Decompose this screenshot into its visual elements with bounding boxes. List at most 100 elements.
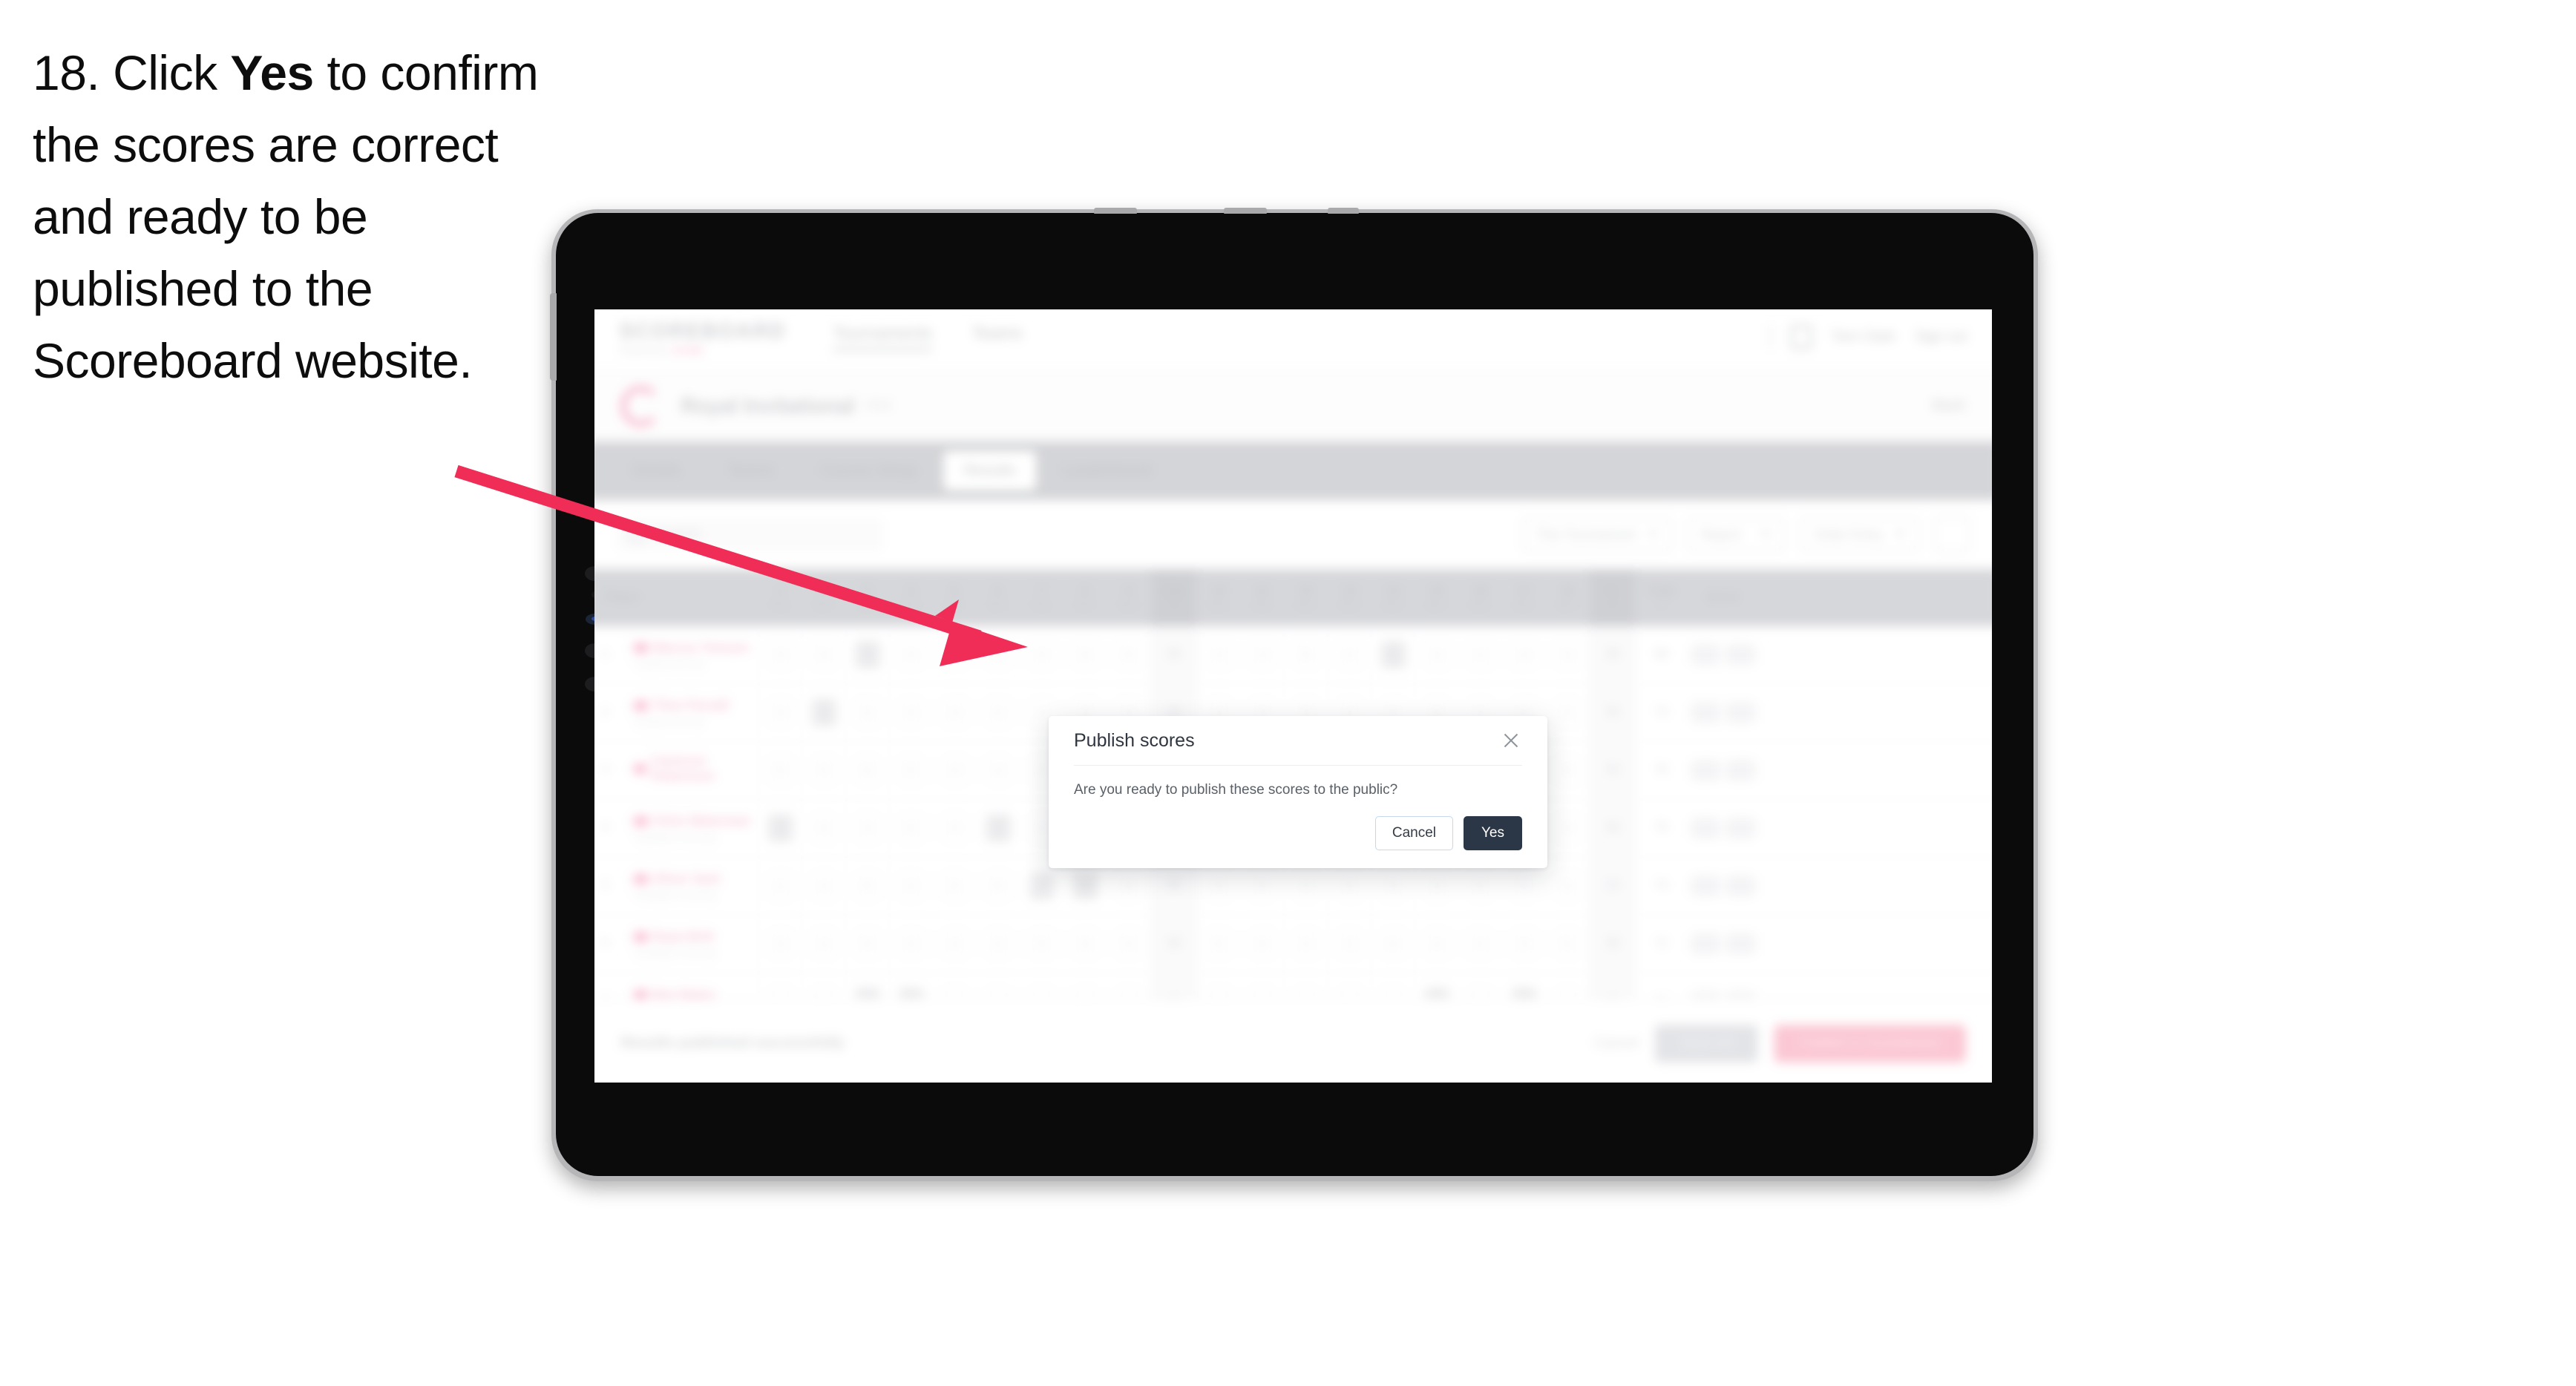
score-cell[interactable]: 4: [933, 916, 977, 973]
score-cell-input[interactable]: 5: [986, 873, 1010, 899]
table-row[interactable]: 6Ryan BrittSouthpark University345343555…: [594, 916, 1992, 973]
score-cell-input[interactable]: 3: [899, 641, 922, 668]
score-cell-input[interactable]: 3: [943, 699, 966, 726]
score-cell-input[interactable]: 3: [899, 930, 922, 957]
score-cell[interactable]: 5: [1285, 626, 1328, 683]
score-cell[interactable]: 3: [846, 800, 890, 857]
score-cell-input[interactable]: 4: [1029, 873, 1053, 899]
score-cell-input[interactable]: 3: [1425, 641, 1449, 668]
score-cell-input[interactable]: 5: [1073, 930, 1097, 957]
score-cell-input[interactable]: 3: [1512, 930, 1536, 957]
score-cell[interactable]: 5: [758, 742, 802, 799]
score-cell[interactable]: 3: [1241, 626, 1285, 683]
round-select[interactable]: This Tournament: [1522, 517, 1672, 552]
score-cell-input[interactable]: 5: [1251, 930, 1274, 957]
score-cell[interactable]: 5: [802, 626, 846, 683]
tab-leaderboard[interactable]: Leaderboard: [1043, 451, 1172, 490]
score-cell[interactable]: 5: [1063, 916, 1107, 973]
score-cell[interactable]: 5: [1107, 916, 1151, 973]
score-cell-input[interactable]: 4: [768, 815, 792, 841]
score-cell[interactable]: 5: [1020, 916, 1064, 973]
score-cell[interactable]: 5: [1197, 916, 1241, 973]
score-cell-input[interactable]: 3: [856, 699, 879, 726]
report-select[interactable]: Report: [1687, 517, 1785, 552]
score-cell[interactable]: 4: [758, 858, 802, 915]
score-cell[interactable]: 4: [1459, 916, 1503, 973]
score-cell[interactable]: 5: [802, 684, 846, 741]
score-cell[interactable]: 3: [977, 684, 1020, 741]
nav-sign-out[interactable]: Sign out: [1915, 329, 1967, 345]
score-cell[interactable]: 5: [977, 626, 1020, 683]
score-cell[interactable]: 3: [758, 626, 802, 683]
score-cell[interactable]: 5: [1371, 916, 1415, 973]
score-cell[interactable]: 3: [1020, 626, 1064, 683]
score-cell[interactable]: 5: [846, 916, 890, 973]
score-cell-input[interactable]: 5: [1029, 930, 1053, 957]
yes-button[interactable]: Yes: [1464, 816, 1522, 850]
publish-to-scoreboard-button[interactable]: Publish to Scoreboard: [1774, 1025, 1966, 1063]
score-cell-input[interactable]: 5: [899, 757, 922, 784]
score-cell-input[interactable]: 5: [1117, 641, 1141, 668]
score-cell-input[interactable]: 3: [856, 815, 879, 841]
score-cell-input[interactable]: 5: [1251, 873, 1274, 899]
score-cell[interactable]: 3: [1285, 916, 1328, 973]
table-row[interactable]: 1Marcus TomsenCoastal Golf Club353345355…: [594, 626, 1992, 684]
score-cell-input[interactable]: 4: [943, 641, 966, 668]
score-cell[interactable]: 3: [1502, 916, 1546, 973]
score-cell-input[interactable]: 3: [1073, 873, 1097, 899]
score-cell[interactable]: 3: [846, 626, 890, 683]
score-cell[interactable]: 4: [1459, 626, 1503, 683]
score-cell[interactable]: 5: [933, 858, 977, 915]
score-cell-input[interactable]: 5: [899, 815, 922, 841]
score-cell[interactable]: 5: [1546, 858, 1590, 915]
score-cell[interactable]: 5: [1107, 626, 1151, 683]
score-cell[interactable]: 5: [1063, 626, 1107, 683]
score-cell-input[interactable]: 5: [856, 873, 879, 899]
score-cell[interactable]: 4: [1197, 626, 1241, 683]
grid-icon[interactable]: [1934, 516, 1970, 553]
score-cell-input[interactable]: 5: [943, 873, 966, 899]
score-cell[interactable]: 5: [1546, 742, 1590, 799]
score-cell-input[interactable]: 4: [812, 930, 836, 957]
score-cell-input[interactable]: 3: [1512, 641, 1536, 668]
score-cell[interactable]: 5: [846, 742, 890, 799]
score-cell[interactable]: 3: [1328, 916, 1372, 973]
score-cell-input[interactable]: 3: [1294, 930, 1318, 957]
score-cell[interactable]: 3: [977, 916, 1020, 973]
score-cell-input[interactable]: 5: [812, 699, 836, 726]
score-cell[interactable]: 4: [758, 800, 802, 857]
score-cell-input[interactable]: 3: [768, 699, 792, 726]
score-cell[interactable]: 5: [1371, 626, 1415, 683]
score-cell-input[interactable]: 5: [1381, 641, 1405, 668]
score-cell-input[interactable]: 3: [768, 930, 792, 957]
score-cell[interactable]: 4: [1415, 916, 1459, 973]
score-cell[interactable]: 3: [1415, 626, 1459, 683]
score-cell[interactable]: 4: [802, 916, 846, 973]
score-cell-input[interactable]: 4: [1468, 930, 1492, 957]
score-cell-input[interactable]: 3: [899, 873, 922, 899]
score-cell-input[interactable]: 4: [1337, 641, 1361, 668]
score-cell-input[interactable]: 4: [812, 873, 836, 899]
score-cell-input[interactable]: 5: [1556, 757, 1579, 784]
score-cell-input[interactable]: 3: [986, 930, 1010, 957]
score-cell-input[interactable]: 3: [1556, 815, 1579, 841]
score-cell-input[interactable]: 3: [1556, 641, 1579, 668]
score-cell[interactable]: 3: [758, 916, 802, 973]
score-cell-input[interactable]: 3: [899, 699, 922, 726]
score-cell[interactable]: 5: [890, 800, 934, 857]
score-cell-input[interactable]: 5: [1468, 873, 1492, 899]
score-cell[interactable]: 5: [802, 800, 846, 857]
score-cell[interactable]: 3: [977, 742, 1020, 799]
score-cell-input[interactable]: 3: [986, 699, 1010, 726]
score-cell[interactable]: 3: [890, 858, 934, 915]
score-cell-input[interactable]: 5: [856, 757, 879, 784]
tab-results[interactable]: Results: [944, 451, 1035, 490]
score-cell[interactable]: 3: [977, 800, 1020, 857]
score-cell-input[interactable]: 5: [1207, 930, 1230, 957]
score-cell-input[interactable]: 5: [812, 641, 836, 668]
brand-logo[interactable]: SCOREBOARD Powered by SCORE: [619, 318, 786, 355]
score-cell[interactable]: 3: [933, 800, 977, 857]
score-cell[interactable]: 3: [758, 684, 802, 741]
score-cell[interactable]: 3: [890, 916, 934, 973]
score-cell[interactable]: 3: [933, 742, 977, 799]
